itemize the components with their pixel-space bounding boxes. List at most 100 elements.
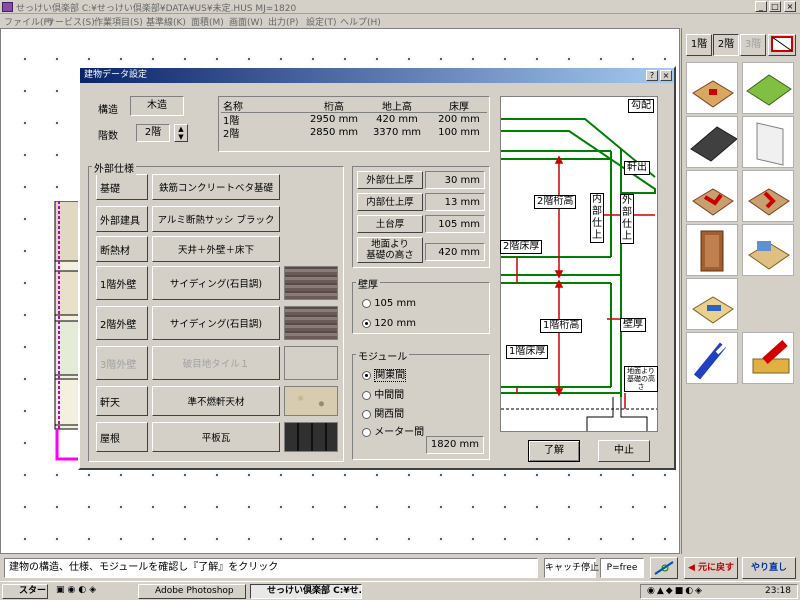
wall-texture-swatch[interactable]	[284, 266, 338, 300]
red-tool-icon[interactable]	[742, 332, 794, 384]
wall-panel-icon[interactable]	[742, 116, 794, 168]
menu-work[interactable]: 作業項目(S)	[94, 15, 143, 28]
cancel-button[interactable]: 中止	[598, 440, 650, 462]
tab-floor-1[interactable]: 1階	[686, 34, 712, 56]
wall-option-120[interactable]: 120 mm	[362, 318, 416, 329]
radio-icon[interactable]	[362, 298, 371, 308]
undo-label: 元に戻す	[698, 563, 735, 573]
module-option[interactable]: 関西間	[362, 405, 404, 420]
wall-texture-swatch[interactable]	[284, 306, 338, 340]
thickness-value[interactable]: 30 mm	[425, 171, 485, 189]
plan-tool-icon[interactable]	[768, 34, 796, 56]
spec-label: 断熱材	[96, 236, 148, 262]
diagram-label: 1階床厚	[506, 345, 549, 359]
table-header: 名称	[223, 101, 243, 113]
roof-texture-swatch[interactable]	[284, 422, 338, 452]
close-button[interactable]: ×	[784, 1, 796, 12]
corner-room-icon[interactable]	[742, 170, 794, 222]
module-option[interactable]: 関東間	[362, 366, 407, 382]
menu-service[interactable]: サービス(S)	[46, 15, 95, 28]
module-option-label: メーター間	[374, 427, 425, 438]
spin-up-icon[interactable]: ▲	[175, 125, 187, 133]
floors-label: 階数	[98, 131, 118, 142]
spec-value-button[interactable]: サイディング(石目調)	[152, 306, 280, 340]
table-cell: 200 mm	[438, 114, 480, 125]
lawn-icon[interactable]	[742, 62, 794, 114]
floor-table: 名称 桁高 地上高 床厚 1階 2950 mm 420 mm 200 mm 2階…	[218, 96, 490, 152]
pfree-status[interactable]: P=free	[600, 558, 644, 578]
diagram-label: 1階桁高	[540, 319, 583, 333]
snap-settings-icon[interactable]	[650, 557, 678, 579]
thickness-value[interactable]: 420 mm	[425, 243, 485, 261]
start-button[interactable]: スタート	[2, 584, 48, 599]
table-cell: 3370 mm	[372, 127, 422, 138]
radio-icon[interactable]	[362, 409, 371, 419]
menu-bar: ファイル(F) サービス(S) 作業項目(S) 基準線(K) 面積(M) 画面(…	[0, 14, 800, 28]
menu-help[interactable]: ヘルプ(H)	[340, 15, 381, 28]
redo-button[interactable]: やり直し	[742, 557, 796, 579]
module-value[interactable]: 1820 mm	[426, 436, 484, 454]
radio-icon[interactable]	[362, 427, 371, 437]
wall-texture-swatch[interactable]	[284, 386, 338, 416]
spec-value-button[interactable]: 破目地タイル１	[152, 346, 280, 380]
room-floor-icon[interactable]	[686, 62, 738, 114]
menu-settings[interactable]: 設定(T)	[306, 15, 337, 28]
spec-label: 屋根	[96, 422, 148, 452]
help-button[interactable]: ?	[646, 70, 658, 81]
spec-value-button[interactable]: 準不燃軒天材	[152, 386, 280, 416]
snap-status[interactable]: キャッチ停止	[544, 558, 599, 578]
dialog-title: 建物データ設定	[84, 70, 148, 80]
tab-floor-3[interactable]: 3階	[740, 34, 766, 56]
spec-value-button[interactable]: 天井＋外壁＋床下	[152, 236, 280, 262]
room-interior-icon[interactable]	[686, 278, 738, 330]
spec-value-button[interactable]: 平板瓦	[152, 422, 280, 452]
module-option[interactable]: 中間間	[362, 386, 404, 401]
spec-value-button[interactable]: 鉄筋コンクリートベタ基礎	[152, 174, 280, 200]
spec-value-button[interactable]: アルミ断熱サッシ ブラック	[152, 206, 280, 232]
thickness-value[interactable]: 105 mm	[425, 215, 485, 233]
dialog-close-button[interactable]: ×	[660, 70, 672, 81]
furniture-icon[interactable]	[742, 224, 794, 276]
radio-selected-icon[interactable]	[362, 318, 371, 328]
menu-area[interactable]: 面積(M)	[191, 15, 224, 28]
empty-swatch[interactable]	[284, 346, 338, 380]
app-icon	[2, 2, 13, 12]
structure-value: 木造	[130, 96, 184, 116]
blue-tool-icon[interactable]	[686, 332, 738, 384]
table-cell: 2850 mm	[309, 127, 359, 138]
building-data-dialog: 建物データ設定 ? × 構造 木造 階数 2階 ▲ ▼ 名称 桁高 地上高 床厚…	[78, 66, 676, 470]
menu-baseline[interactable]: 基準線(K)	[146, 15, 186, 28]
taskbar-item-photoshop[interactable]: Adobe Photoshop	[138, 584, 246, 599]
menu-file[interactable]: ファイル(F)	[4, 15, 52, 28]
radio-selected-icon[interactable]	[362, 370, 371, 380]
door-icon[interactable]	[686, 224, 738, 276]
table-header: 桁高	[324, 101, 344, 113]
maximize-button[interactable]: □	[769, 1, 781, 12]
system-tray: ◉▲◆■◐◈ 23:18	[640, 584, 798, 599]
ok-button[interactable]: 了解	[528, 440, 580, 462]
roof-icon[interactable]	[686, 116, 738, 168]
quicklaunch-icons[interactable]: ▣◉◐◈	[56, 585, 136, 598]
radio-icon[interactable]	[362, 390, 371, 400]
spin-down-icon[interactable]: ▼	[175, 133, 187, 141]
thickness-value[interactable]: 13 mm	[425, 193, 485, 211]
spec-label: 2階外壁	[96, 306, 148, 340]
undo-button[interactable]: ◀ 元に戻す	[684, 557, 738, 579]
spec-value-button[interactable]: サイディング(石目調)	[152, 266, 280, 300]
spec-label: 1階外壁	[96, 266, 148, 300]
tab-floor-2[interactable]: 2階	[713, 34, 739, 56]
tray-icons[interactable]: ◉▲◆■◐◈	[647, 586, 704, 596]
module-option[interactable]: メーター間	[362, 423, 424, 438]
table-cell: 100 mm	[438, 127, 480, 138]
taskbar-item-sekkei[interactable]: せっけい倶楽部 C:¥せ...	[250, 584, 362, 599]
taskbar: スタート ▣◉◐◈ Adobe Photoshop せっけい倶楽部 C:¥せ..…	[0, 581, 800, 600]
table-cell: 2階	[223, 129, 240, 140]
menu-view[interactable]: 画面(W)	[229, 15, 263, 28]
wall-option-105[interactable]: 105 mm	[362, 298, 416, 309]
floors-spinner[interactable]: ▲ ▼	[174, 124, 188, 142]
menu-output[interactable]: 出力(P)	[268, 15, 298, 28]
wall-option-label: 105 mm	[374, 298, 416, 309]
minimize-button[interactable]: _	[755, 1, 767, 12]
stair-room-icon[interactable]	[686, 170, 738, 222]
module-option-label: 関東間	[374, 369, 407, 382]
